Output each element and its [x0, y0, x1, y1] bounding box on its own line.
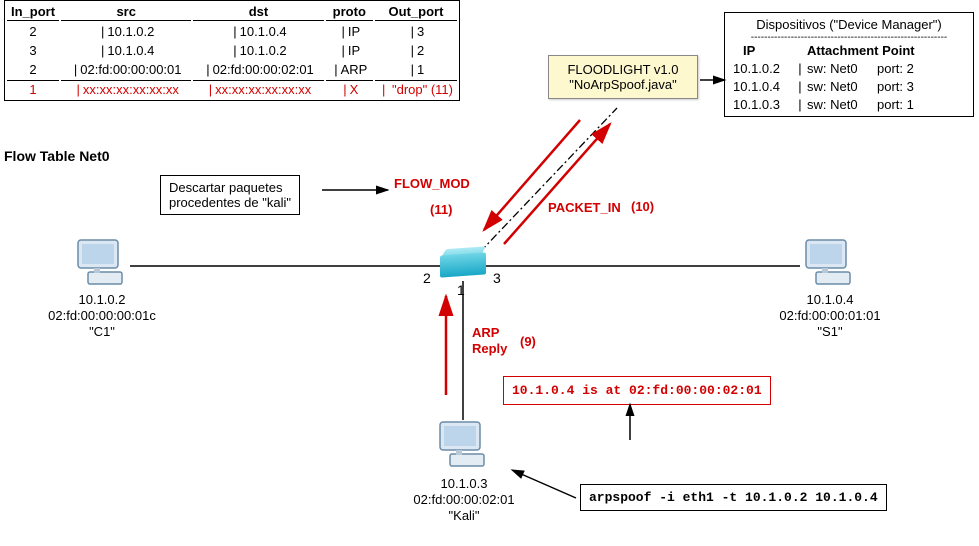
packet-in-label: PACKET_IN [548, 200, 621, 215]
host-c1-icon [72, 236, 132, 288]
controller-line1: FLOODLIGHT v1.0 [553, 62, 693, 77]
flow-table-header-row: In_port src dst proto Out_port [7, 3, 457, 21]
col-out-port: Out_port [375, 3, 457, 21]
host-kali-name: "Kali" [424, 508, 504, 523]
col-ip: IP [733, 43, 807, 58]
host-s1-mac: 02:fd:00:00:01:01 [770, 308, 890, 323]
arp-reply-l1: ARP [472, 325, 499, 340]
arp-reply-l2: Reply [472, 341, 507, 356]
host-c1-ip: 10.1.0.2 [62, 292, 142, 307]
device-row: 10.1.0.3| sw: Net0port: 1 [733, 94, 965, 112]
flow-table-caption: Flow Table Net0 [4, 148, 110, 164]
arpspoof-command-box: arpspoof -i eth1 -t 10.1.0.2 10.1.0.4 [580, 484, 887, 511]
flow-drop-row: 1 |xx:xx:xx:xx:xx:xx |xx:xx:xx:xx:xx:xx … [7, 80, 457, 98]
arp-reply-box: 10.1.0.4 is at 02:fd:00:00:02:01 [503, 376, 771, 405]
device-manager-title: Dispositivos ("Device Manager") [733, 17, 965, 32]
hint-line1: Descartar paquetes [169, 180, 291, 195]
flow-row: 2 |10.1.0.2 |10.1.0.4 |IP |3 [7, 23, 457, 40]
host-s1-name: "S1" [790, 324, 870, 339]
port-label-3: 3 [493, 270, 501, 286]
col-attachment-point: Attachment Point [807, 43, 965, 58]
device-header-row: IP Attachment Point [733, 43, 965, 58]
packet-in-num: (10) [631, 199, 654, 214]
device-row: 10.1.0.2| sw: Net0port: 2 [733, 58, 965, 76]
host-s1-icon [800, 236, 860, 288]
host-kali-icon [434, 418, 494, 470]
host-s1-ip: 10.1.0.4 [790, 292, 870, 307]
host-kali-ip: 10.1.0.3 [424, 476, 504, 491]
col-src: src [61, 3, 191, 21]
flow-table: In_port src dst proto Out_port 2 |10.1.0… [4, 0, 460, 101]
flow-row: 3 |10.1.0.4 |10.1.0.2 |IP |2 [7, 42, 457, 59]
col-dst: dst [193, 3, 323, 21]
device-row: 10.1.0.4| sw: Net0port: 3 [733, 76, 965, 94]
host-kali-mac: 02:fd:00:00:02:01 [404, 492, 524, 507]
host-c1-name: "C1" [62, 324, 142, 339]
port-label-1: 1 [457, 282, 465, 298]
flow-mod-label: FLOW_MOD [394, 176, 470, 191]
discard-hint-box: Descartar paquetes procedentes de "kali" [160, 175, 300, 215]
arp-reply-num: (9) [520, 334, 536, 349]
divider: ----------------------------------------… [733, 32, 965, 43]
device-manager-box: Dispositivos ("Device Manager") --------… [724, 12, 974, 117]
switch-net0 [440, 254, 486, 282]
host-c1-mac: 02:fd:00:00:00:01c [42, 308, 162, 323]
col-in-port: In_port [7, 3, 59, 21]
controller-box: FLOODLIGHT v1.0 "NoArpSpoof.java" [548, 55, 698, 99]
flow-row: 2 |02:fd:00:00:00:01 |02:fd:00:00:02:01 … [7, 61, 457, 78]
hint-line2: procedentes de "kali" [169, 195, 291, 210]
col-proto: proto [326, 3, 373, 21]
port-label-2: 2 [423, 270, 431, 286]
flow-mod-num: (11) [430, 202, 452, 217]
controller-line2: "NoArpSpoof.java" [553, 77, 693, 92]
